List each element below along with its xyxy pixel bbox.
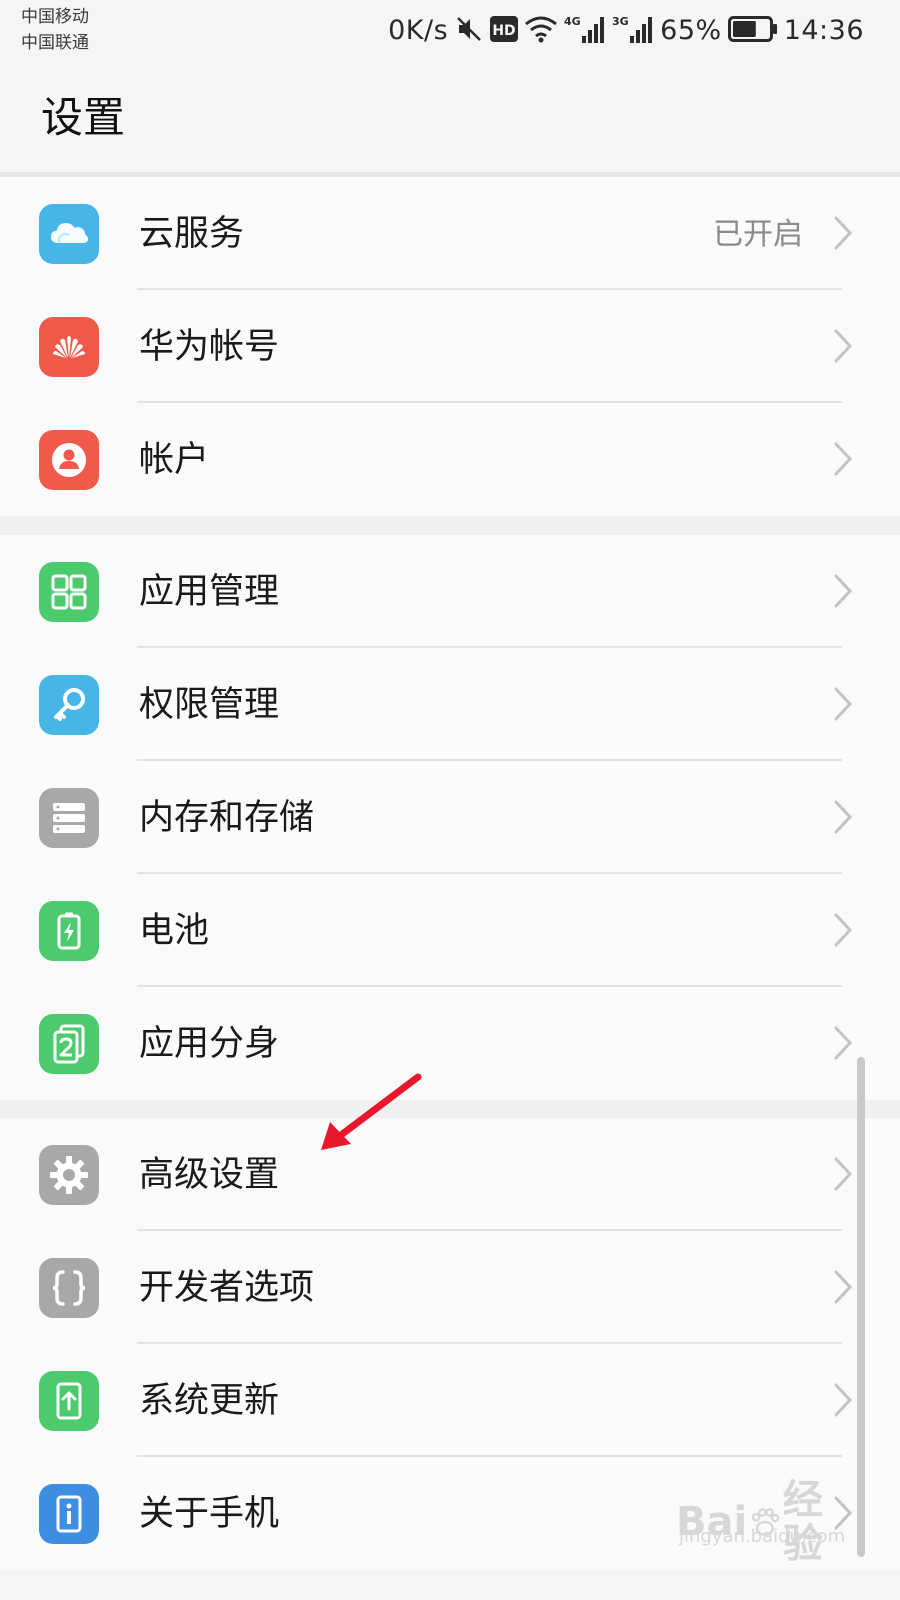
settings-item-label: 开发者选项	[139, 1268, 315, 1308]
group-separator	[0, 1100, 900, 1118]
settings-item-label: 高级设置	[139, 1155, 280, 1195]
key-icon	[39, 675, 99, 735]
info-icon	[39, 1484, 99, 1544]
settings-item-label: 华为帐号	[139, 327, 280, 367]
battery-percent: 65%	[660, 15, 722, 46]
settings-item-label: 云服务	[139, 214, 245, 254]
chevron-right-icon	[834, 1157, 853, 1191]
gear-icon	[39, 1145, 99, 1205]
app-twin-icon	[39, 1014, 99, 1074]
storage-icon	[39, 788, 99, 848]
mute-icon	[454, 14, 484, 48]
watermark-brand-right: 经验	[782, 1477, 823, 1567]
chevron-right-icon	[834, 1026, 853, 1060]
settings-item-label: 权限管理	[139, 685, 280, 725]
chevron-right-icon	[834, 329, 853, 363]
hd-icon: HD	[490, 16, 519, 46]
group-separator	[0, 516, 900, 535]
signal-4g-icon: 4G	[564, 14, 606, 48]
status-icons: 0K/s HD 4G 3G 65% 14:36	[388, 12, 864, 50]
settings-item-huawei-id[interactable]: 华为帐号	[0, 290, 900, 403]
wifi-icon	[524, 15, 558, 47]
signal-3g-label: 3G	[612, 15, 629, 28]
cloud-icon	[39, 204, 99, 264]
settings-group-account: 云服务 已开启 华为帐号 帐户	[0, 177, 900, 516]
red-arrow-annotation	[321, 1073, 422, 1150]
settings-item-advanced[interactable]: 高级设置	[0, 1118, 900, 1231]
settings-item-battery[interactable]: 电池	[0, 874, 900, 987]
settings-item-accounts[interactable]: 帐户	[0, 403, 900, 516]
battery-icon	[727, 16, 778, 46]
chevron-right-icon	[834, 913, 853, 947]
chevron-right-icon	[834, 687, 853, 721]
update-icon	[39, 1371, 99, 1431]
baidu-jingyan-watermark: Bai 经验 jingyan.baidu.com	[676, 1478, 846, 1566]
chevron-right-icon	[834, 216, 853, 250]
settings-item-label: 系统更新	[139, 1381, 280, 1421]
page-title: 设置	[41, 93, 126, 142]
settings-item-label: 电池	[139, 911, 210, 951]
settings-item-system-update[interactable]: 系统更新	[0, 1344, 900, 1457]
braces-icon	[39, 1258, 99, 1318]
settings-item-storage[interactable]: 内存和存储	[0, 761, 900, 874]
user-icon	[39, 430, 99, 490]
watermark-url: jingyan.baidu.com	[679, 1526, 846, 1547]
settings-group-apps: 应用管理 权限管理 内存和存储 电池 应用分身	[0, 535, 900, 1100]
settings-item-cloud[interactable]: 云服务 已开启	[0, 177, 900, 290]
chevron-right-icon	[834, 1270, 853, 1304]
chevron-right-icon	[834, 1383, 853, 1417]
carrier-1: 中国移动	[21, 7, 89, 27]
scrollbar-thumb[interactable]	[857, 1057, 865, 1557]
grid-icon	[39, 562, 99, 622]
chevron-right-icon	[834, 574, 853, 608]
signal-3g-icon: 3G	[612, 14, 654, 48]
chevron-right-icon	[834, 800, 853, 834]
settings-item-app-twin[interactable]: 应用分身	[0, 987, 900, 1100]
hd-badge-text: HD	[493, 23, 516, 39]
settings-item-permissions[interactable]: 权限管理	[0, 648, 900, 761]
settings-item-label: 应用分身	[139, 1024, 280, 1064]
signal-4g-label: 4G	[564, 15, 581, 28]
huawei-logo-icon	[39, 317, 99, 377]
battery-charge-icon	[39, 901, 99, 961]
clock: 14:36	[783, 15, 864, 46]
net-speed: 0K/s	[388, 15, 449, 46]
status-bar: 中国移动 中国联通 0K/s HD 4G 3G 65% 14:36	[0, 0, 900, 62]
settings-item-label: 关于手机	[139, 1494, 280, 1534]
settings-item-label: 帐户	[139, 440, 210, 480]
settings-item-label: 应用管理	[139, 572, 280, 612]
cloud-status-value: 已开启	[713, 217, 803, 252]
carrier-2: 中国联通	[21, 33, 89, 53]
chevron-right-icon	[834, 442, 853, 476]
battery-level-fill	[732, 21, 756, 37]
settings-item-label: 内存和存储	[139, 798, 315, 838]
settings-item-developer-options[interactable]: 开发者选项	[0, 1231, 900, 1344]
settings-item-app-management[interactable]: 应用管理	[0, 535, 900, 648]
